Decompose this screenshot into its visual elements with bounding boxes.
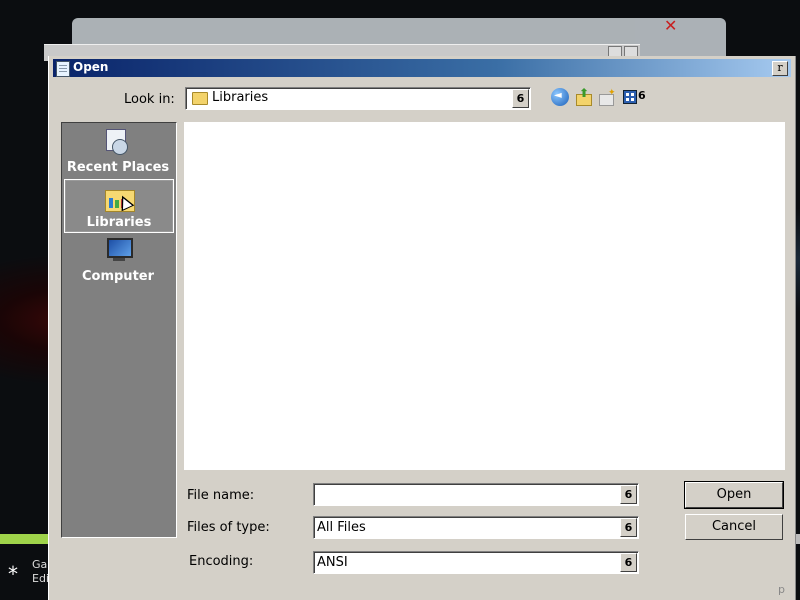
progress-bar bbox=[0, 534, 48, 544]
encoding-dropdown[interactable]: ANSI 6 bbox=[313, 551, 639, 574]
taskbar-item-label[interactable]: Ga Edi bbox=[32, 558, 48, 586]
view-menu-icon[interactable]: 6 bbox=[623, 88, 651, 106]
background-element bbox=[796, 534, 800, 544]
dialog-title: Open bbox=[73, 60, 109, 74]
look-in-dropdown[interactable]: Libraries 6 bbox=[185, 87, 531, 110]
taskbar-star-icon: * bbox=[8, 562, 18, 586]
background-close-icon: ✕ bbox=[664, 16, 678, 35]
resize-grip-icon[interactable]: p bbox=[778, 583, 785, 596]
computer-icon bbox=[104, 238, 133, 266]
file-name-input[interactable]: 6 bbox=[313, 483, 639, 506]
encoding-dropdown-button[interactable]: 6 bbox=[620, 553, 637, 572]
view-menu-dropdown-glyph: 6 bbox=[638, 89, 646, 102]
cancel-button[interactable]: Cancel bbox=[685, 514, 783, 540]
look-in-label: Look in: bbox=[124, 92, 175, 107]
file-list[interactable] bbox=[184, 122, 785, 470]
files-of-type-dropdown[interactable]: All Files 6 bbox=[313, 516, 639, 539]
files-of-type-dropdown-button[interactable]: 6 bbox=[620, 518, 637, 537]
up-folder-icon[interactable] bbox=[575, 86, 593, 106]
place-label: Computer bbox=[81, 269, 155, 284]
dialog-titlebar[interactable]: Open r bbox=[53, 59, 791, 77]
notepad-icon bbox=[56, 61, 70, 77]
place-libraries[interactable]: Libraries bbox=[64, 179, 174, 233]
look-in-dropdown-button[interactable]: 6 bbox=[512, 89, 529, 108]
place-label: Recent Places bbox=[66, 160, 170, 175]
file-name-label: File name: bbox=[187, 488, 255, 503]
place-recent-places[interactable]: Recent Places bbox=[64, 125, 172, 177]
place-label: Libraries bbox=[86, 215, 152, 230]
recent-places-icon bbox=[104, 129, 128, 155]
file-name-dropdown-button[interactable]: 6 bbox=[620, 485, 637, 504]
encoding-value: ANSI bbox=[317, 555, 348, 570]
files-of-type-label: Files of type: bbox=[187, 520, 270, 535]
places-bar: Recent Places Libraries Computer bbox=[61, 122, 177, 538]
open-dialog: Open r Look in: Libraries 6 6 Recent Pla… bbox=[48, 56, 795, 600]
encoding-label: Encoding: bbox=[189, 554, 254, 569]
close-button[interactable]: r bbox=[772, 61, 788, 76]
files-of-type-value: All Files bbox=[317, 520, 366, 535]
open-button[interactable]: Open bbox=[684, 481, 784, 509]
new-folder-icon[interactable] bbox=[598, 88, 616, 106]
place-computer[interactable]: Computer bbox=[64, 234, 172, 286]
look-in-value: Libraries bbox=[212, 90, 269, 105]
folder-icon bbox=[192, 92, 208, 105]
back-icon[interactable] bbox=[551, 88, 569, 106]
